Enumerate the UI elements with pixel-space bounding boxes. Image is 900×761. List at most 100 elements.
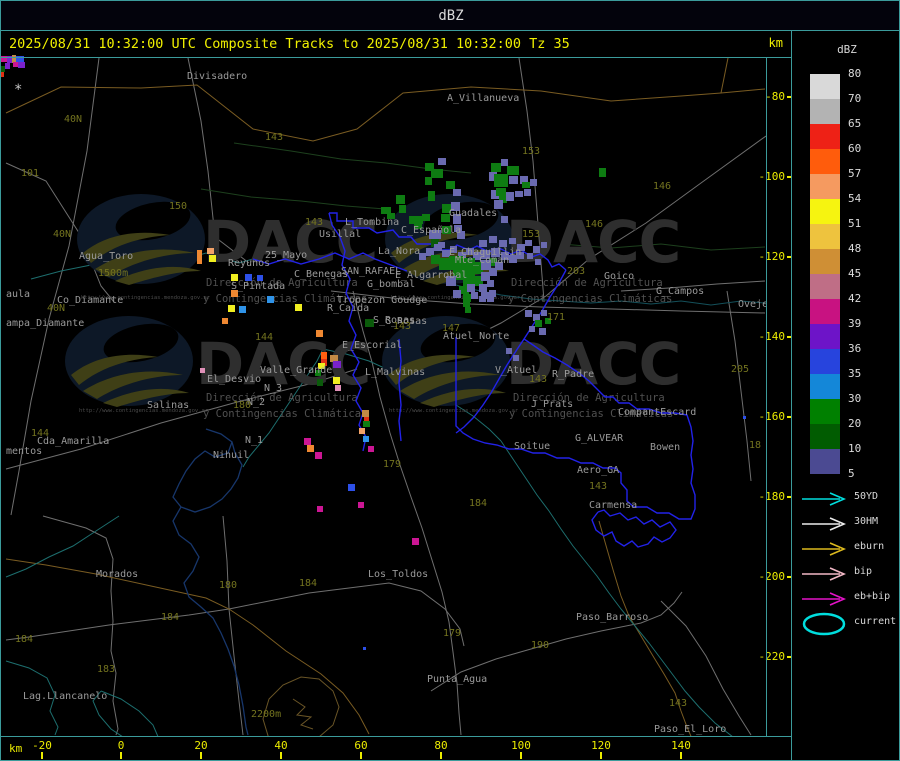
route-label: 1500m bbox=[98, 268, 129, 279]
bottom-axis-tick-mark bbox=[440, 752, 442, 759]
place-label: ampa_Diamante bbox=[6, 318, 85, 329]
route-label: 184 bbox=[299, 578, 318, 589]
echo-cell bbox=[453, 290, 461, 298]
echo-cell bbox=[245, 274, 252, 281]
route-label: 40N bbox=[47, 303, 66, 314]
place-label: Soitue bbox=[514, 441, 551, 452]
echo-cell bbox=[335, 385, 341, 391]
place-label: Lag.Llancanelo bbox=[23, 691, 108, 702]
echo-cell bbox=[533, 246, 540, 253]
echo-cell bbox=[509, 176, 518, 184]
echo-cell bbox=[471, 292, 478, 299]
place-label: Usillal bbox=[319, 229, 362, 240]
route-label: 150 bbox=[169, 201, 188, 212]
echo-cell bbox=[599, 168, 606, 177]
echo-cell bbox=[539, 328, 546, 335]
bottom-axis-tick-label: 120 bbox=[591, 739, 611, 752]
echo-cell bbox=[479, 240, 487, 247]
legend-marker-row: 30HM bbox=[792, 512, 899, 536]
echo-cell bbox=[358, 502, 364, 508]
echo-cell bbox=[363, 647, 366, 650]
dbz-scale-label: 57 bbox=[848, 167, 862, 180]
echo-cell bbox=[501, 159, 508, 166]
echo-cell bbox=[200, 368, 205, 373]
echo-cell bbox=[535, 259, 541, 265]
route-label: 180 bbox=[219, 580, 238, 591]
echo-cell bbox=[507, 166, 519, 175]
echo-cell bbox=[487, 296, 494, 302]
echo-cell bbox=[1, 72, 4, 77]
dbz-scale-block bbox=[810, 424, 840, 449]
echo-cell bbox=[5, 63, 10, 69]
route-label: 2200m bbox=[251, 709, 282, 720]
dbz-scale-block bbox=[810, 299, 840, 324]
place-label: Agua_Toro bbox=[79, 251, 134, 262]
echo-cell bbox=[465, 307, 471, 313]
place-label: N_3 bbox=[264, 383, 283, 394]
dbz-scale-block bbox=[810, 399, 840, 424]
echo-cell bbox=[489, 236, 497, 243]
dbz-scale-label: 65 bbox=[848, 117, 862, 130]
bottom-axis-tick-label: -20 bbox=[32, 739, 52, 752]
dbz-scale-block bbox=[810, 249, 840, 274]
echo-cell bbox=[513, 355, 519, 361]
bottom-axis-unit: km bbox=[9, 742, 23, 755]
route-label: 183 bbox=[97, 664, 116, 675]
echo-cell bbox=[496, 188, 506, 196]
legend-marker-label: eburn bbox=[854, 541, 885, 552]
echo-cell bbox=[446, 181, 455, 189]
dbz-scale-block bbox=[810, 74, 840, 99]
route-label: 147 bbox=[442, 323, 461, 334]
dbz-scale-label: 48 bbox=[848, 242, 862, 255]
route-label: 143 bbox=[529, 374, 548, 385]
map-navy-line bbox=[172, 428, 243, 513]
route-label: 184 bbox=[161, 612, 180, 623]
bottom-axis-tick-label: 60 bbox=[354, 739, 368, 752]
route-label: 144 bbox=[255, 332, 274, 343]
bottom-axis-tick-label: 140 bbox=[671, 739, 691, 752]
dbz-scale-label: 39 bbox=[848, 317, 862, 330]
bottom-axis: km -20 0 20 40 60 80 100 120 140 bbox=[1, 736, 791, 760]
echo-cell bbox=[359, 428, 365, 434]
echo-cell bbox=[209, 255, 216, 262]
place-label: Goico bbox=[604, 271, 635, 282]
dbz-scale-label: 5 bbox=[848, 467, 855, 480]
place-label: Los_Toldos bbox=[368, 569, 429, 580]
echo-cell bbox=[428, 191, 435, 201]
echo-cell bbox=[463, 300, 470, 307]
route-label: 143 bbox=[393, 321, 412, 332]
legend-marker-label: eb+bip bbox=[854, 591, 891, 602]
map-canvas[interactable]: DACC Dirección de Agricultura y Contingenc… bbox=[1, 1, 766, 736]
route-label: 203 bbox=[567, 266, 586, 277]
place-label: Morados bbox=[96, 569, 139, 580]
echo-cell bbox=[494, 174, 508, 187]
route-label: 153 bbox=[522, 229, 541, 240]
place-label: R_Padre bbox=[552, 369, 595, 380]
map-navy-line bbox=[172, 506, 249, 736]
place-label: J_Prats bbox=[531, 399, 574, 410]
place-label: El_Desvio bbox=[207, 374, 262, 385]
echo-cell bbox=[321, 352, 327, 359]
dbz-scale-label: 54 bbox=[848, 192, 862, 205]
dbz-scale-block bbox=[810, 99, 840, 124]
legend-title: dBZ bbox=[837, 43, 857, 56]
echo-cell bbox=[333, 377, 340, 384]
echo-cell bbox=[315, 452, 322, 459]
header-km-label: km bbox=[768, 36, 783, 50]
place-label: G_ALVEAR bbox=[575, 433, 624, 444]
dbz-scale-block bbox=[810, 224, 840, 249]
place-label: Punta_Agua bbox=[427, 674, 488, 685]
echo-cell bbox=[479, 284, 487, 292]
dbz-scale-label: 80 bbox=[848, 67, 862, 80]
bottom-axis-tick-mark bbox=[360, 752, 362, 759]
place-label: Mte_Coman bbox=[455, 255, 510, 266]
bottom-axis-tick-mark bbox=[120, 752, 122, 759]
echo-cell bbox=[491, 163, 501, 172]
echo-cell bbox=[431, 169, 443, 178]
echo-cell bbox=[479, 296, 486, 302]
place-label: 25_Mayo bbox=[265, 250, 308, 261]
place-label: Paso_El_Loro bbox=[654, 724, 727, 735]
echo-cell bbox=[524, 189, 531, 196]
place-label: aula bbox=[6, 289, 31, 300]
dbz-scale-block bbox=[810, 199, 840, 224]
